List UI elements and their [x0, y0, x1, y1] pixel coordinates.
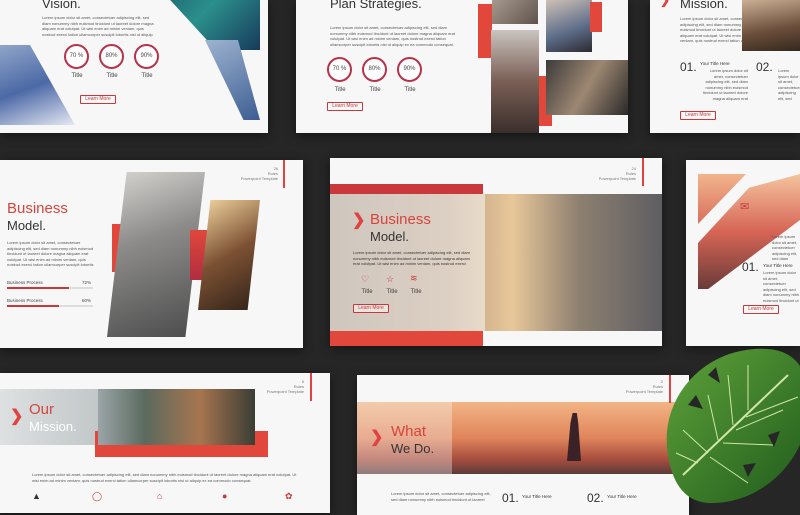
progress-fill-2 — [7, 305, 59, 307]
page-number: 26 Rules Powerpoint Template — [230, 166, 278, 181]
accent-block — [590, 2, 602, 32]
learn-more-button[interactable]: Learn More — [743, 305, 779, 314]
accent-block — [478, 4, 492, 58]
percent-circle-3: 90% — [134, 44, 159, 69]
number-01: 01. — [680, 60, 697, 74]
title-line-1: Business — [370, 211, 431, 228]
learn-more-button[interactable]: Learn More — [680, 111, 716, 120]
body-text: Lorem ipsum dolor sit amet, consectetuer… — [391, 491, 491, 502]
progress-track-1 — [7, 287, 93, 289]
template-label: Powerpoint Template — [240, 176, 278, 181]
title-line-1: What — [391, 423, 427, 440]
learn-more-button[interactable]: Learn More — [327, 102, 363, 111]
bottom-icon-2: ◯ — [92, 491, 103, 501]
woman-sunset-photo — [198, 200, 260, 310]
item-text: Lorem ipsum dolor sit amet, consectetuer… — [763, 270, 800, 304]
star-icon: ☆ — [386, 274, 395, 284]
percent-circle-2: 80% — [99, 44, 124, 69]
learn-more-button[interactable]: Learn More — [80, 95, 116, 104]
slide-mission-top[interactable]: ❯ Mission. Lorem ipsum dolor sit amet, c… — [650, 0, 800, 133]
slide-title: Plan Strategies. — [330, 0, 422, 11]
body-text: Lorem ipsum dolor sit amet, consectetuer… — [32, 472, 297, 483]
forest-photo — [742, 0, 800, 51]
bottom-icon-5: ✿ — [285, 491, 293, 501]
chevron-icon: ❯ — [10, 408, 24, 425]
chevron-icon: ❯ — [370, 429, 384, 446]
page-number: 24 Rules Powerpoint Template — [588, 166, 636, 181]
slide-business-model-center[interactable]: ❯ Business Model. Lorem ipsum dolor sit … — [330, 158, 662, 346]
circle-title-1: Title — [334, 87, 346, 93]
title-line-2: Model. — [370, 229, 410, 244]
circle-title-3: Title — [141, 73, 153, 79]
icon-title-3: Title — [410, 289, 422, 295]
chevron-icon: ❯ — [660, 0, 671, 7]
percent-circle-2: 80% — [362, 57, 387, 82]
body-text: Lorem ipsum dolor sit amet, consectetuer… — [353, 250, 470, 267]
item-text: Lorem ipsum dolor sit amet, consectetuer… — [778, 68, 800, 102]
page-accent-bar — [642, 158, 644, 186]
circle-title-1: Title — [71, 73, 83, 79]
template-label: Powerpoint Template — [598, 176, 636, 181]
title-line-2: Mission. — [29, 419, 77, 434]
slide-mission-right[interactable]: ✉ Lorem ipsum dolor sit amet, consectetu… — [686, 160, 800, 346]
chevron-icon: ❯ — [352, 212, 366, 229]
number-02: 02. — [756, 60, 773, 74]
accent-bar-top — [330, 184, 483, 194]
percent-circle-3: 90% — [397, 57, 422, 82]
layers-icon: ≋ — [410, 273, 418, 283]
accent-bar-bottom — [330, 331, 483, 346]
heart-icon: ♡ — [361, 274, 370, 284]
percent-circle-1: 70 % — [64, 44, 89, 69]
slide-plan-strategies[interactable]: Plan Strategies. Lorem ipsum dolor sit a… — [296, 0, 628, 133]
page-number: 5 Rules Powerpoint Template — [256, 379, 304, 394]
learn-more-button[interactable]: Learn More — [353, 304, 389, 313]
slide-our-mission[interactable]: ❯ Our Mission. Lorem ipsum dolor sit ame… — [0, 373, 330, 513]
body-text: Lorem ipsum dolor sit amet, consectetuer… — [330, 25, 455, 47]
progress-fill-1 — [7, 287, 69, 289]
bar-label-2: Business Process — [7, 298, 43, 303]
slide-title: Mission. — [680, 0, 728, 11]
title-line-1: Our — [29, 401, 55, 418]
body-text: Lorem ipsum dolor sit amet, consectetuer… — [42, 15, 154, 37]
slide-title: Vision. — [42, 0, 81, 11]
aurora-photo — [161, 0, 260, 50]
mountain-photo — [205, 40, 260, 120]
number-01: 01. — [502, 491, 519, 505]
body-text: Lorem ipsum dolor sit amet, consectetuer… — [772, 234, 798, 262]
number-01: 01. — [742, 260, 759, 274]
woman-wind-photo — [491, 30, 539, 133]
page-accent-bar — [283, 160, 285, 188]
template-label: Powerpoint Template — [266, 389, 304, 394]
slide-vision[interactable]: Vision. Lorem ipsum dolor sit amet, cons… — [0, 0, 268, 133]
progress-track-2 — [7, 305, 93, 307]
bar-value-1: 72% — [82, 280, 92, 285]
title-line-2: We Do. — [391, 441, 435, 456]
woman-sitting-photo — [546, 0, 592, 52]
item-title: Your Title Here — [522, 494, 552, 499]
title-line-1: Business — [7, 200, 68, 217]
woman-portrait-photo — [546, 60, 628, 115]
photo-top — [492, 0, 538, 24]
item-title: Your Title Here — [607, 494, 637, 499]
page-accent-bar — [310, 373, 312, 401]
circle-title-2: Title — [369, 87, 381, 93]
title-line-2: Model. — [7, 218, 47, 233]
item-title: Your Title Here — [700, 61, 730, 66]
circle-title-3: Title — [404, 87, 416, 93]
circle-title-2: Title — [106, 73, 118, 79]
monstera-leaf-icon — [666, 348, 800, 504]
slide-what-we-do[interactable]: ❯ What We Do. Lorem ipsum dolor sit amet… — [357, 375, 689, 515]
percent-circle-1: 70 % — [327, 57, 352, 82]
item-text: Lorem ipsum dolor sit amet, consectetuer… — [703, 68, 748, 102]
bar-value-2: 60% — [82, 298, 92, 303]
number-02: 02. — [587, 491, 604, 505]
item-title: Your Title Here — [763, 263, 793, 268]
slide-business-model-left[interactable]: Business Model. Lorem ipsum dolor sit am… — [0, 160, 303, 348]
bar-label-1: Business Process — [7, 280, 43, 285]
forest-hills-photo-front — [98, 389, 255, 445]
mail-icon: ✉ — [740, 201, 750, 213]
body-text: Lorem ipsum dolor sit amet, consectetuer… — [7, 240, 94, 268]
